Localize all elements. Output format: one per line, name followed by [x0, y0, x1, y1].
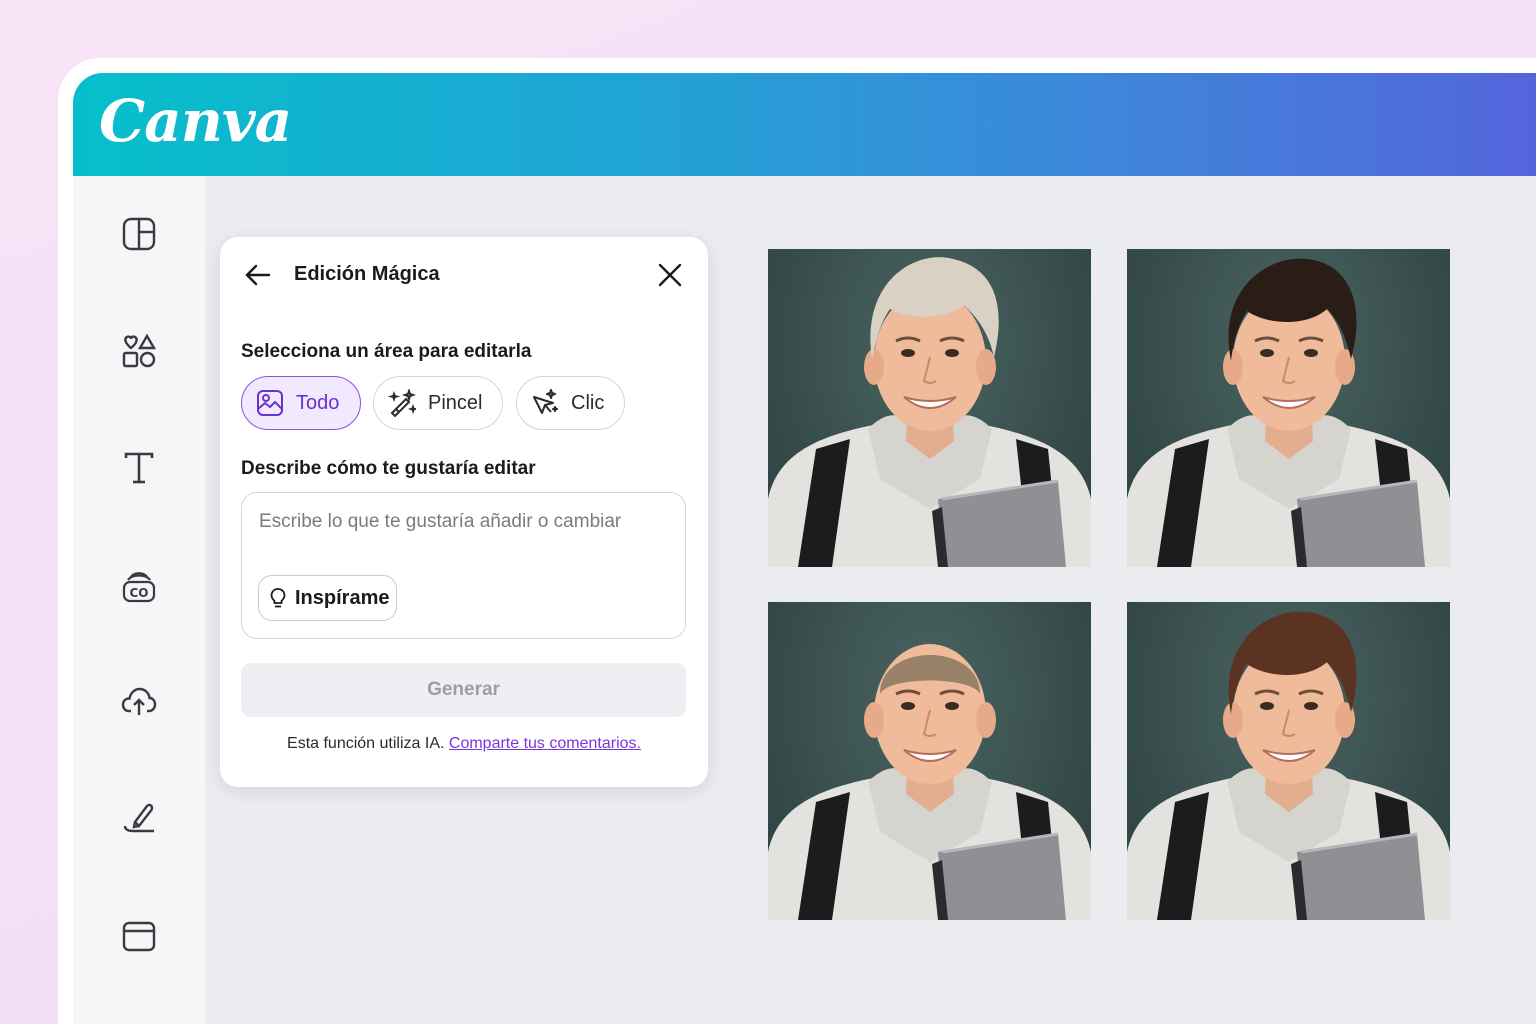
lightbulb-icon [270, 588, 286, 608]
inspire-button[interactable]: Inspírame [258, 575, 397, 621]
portrait-illustration [768, 644, 1091, 920]
layout-icon[interactable] [119, 214, 159, 254]
footnote-text: Esta función utiliza IA. [287, 735, 445, 752]
mode-todo-button[interactable]: Todo [241, 376, 361, 430]
generated-photo-dark-brown[interactable] [1127, 249, 1450, 567]
canva-logo[interactable]: Canva [99, 87, 292, 155]
portrait-illustration [768, 257, 1091, 567]
generated-photo-auburn[interactable] [1127, 602, 1450, 920]
text-icon[interactable] [119, 448, 159, 488]
elements-icon[interactable] [119, 331, 159, 371]
generate-button[interactable]: Generar [241, 663, 686, 717]
mode-pincel-button[interactable]: Pincel [373, 376, 503, 430]
describe-label: Describe cómo te gustaría editar [241, 458, 536, 479]
generated-photo-buzz-cut[interactable] [768, 602, 1091, 920]
sidebar: CO [73, 176, 205, 1024]
magic-brush-icon [388, 389, 416, 417]
portrait-illustration [1127, 258, 1450, 567]
draw-icon[interactable] [119, 798, 159, 838]
inspire-label: Inspírame [295, 586, 390, 609]
magic-edit-panel: Edición Mágica Selecciona un área para e… [220, 237, 708, 787]
mode-todo-label: Todo [296, 391, 340, 414]
ai-footnote: Esta función utiliza IA. Comparte tus co… [220, 735, 708, 753]
top-bar: Canva [73, 73, 1536, 176]
image-icon [257, 390, 283, 416]
folder-icon[interactable] [119, 916, 159, 956]
svg-text:CO: CO [129, 586, 148, 600]
back-arrow-icon[interactable] [242, 259, 274, 291]
generated-photo-platinum-blond[interactable] [768, 249, 1091, 567]
select-area-label: Selecciona un área para editarla [241, 341, 532, 362]
prompt-textarea[interactable]: Escribe lo que te gustaría añadir o camb… [241, 492, 686, 639]
portrait-illustration [1127, 611, 1450, 920]
feedback-link[interactable]: Comparte tus comentarios. [449, 735, 641, 752]
mode-clic-label: Clic [571, 391, 605, 414]
close-icon[interactable] [654, 259, 686, 291]
prompt-placeholder: Escribe lo que te gustaría añadir o camb… [259, 511, 622, 532]
panel-title: Edición Mágica [294, 263, 440, 285]
magic-cursor-icon [533, 389, 558, 414]
mode-clic-button[interactable]: Clic [516, 376, 625, 430]
upload-cloud-icon[interactable] [119, 681, 159, 721]
mode-pincel-label: Pincel [428, 391, 483, 414]
brand-icon[interactable]: CO [119, 566, 159, 606]
